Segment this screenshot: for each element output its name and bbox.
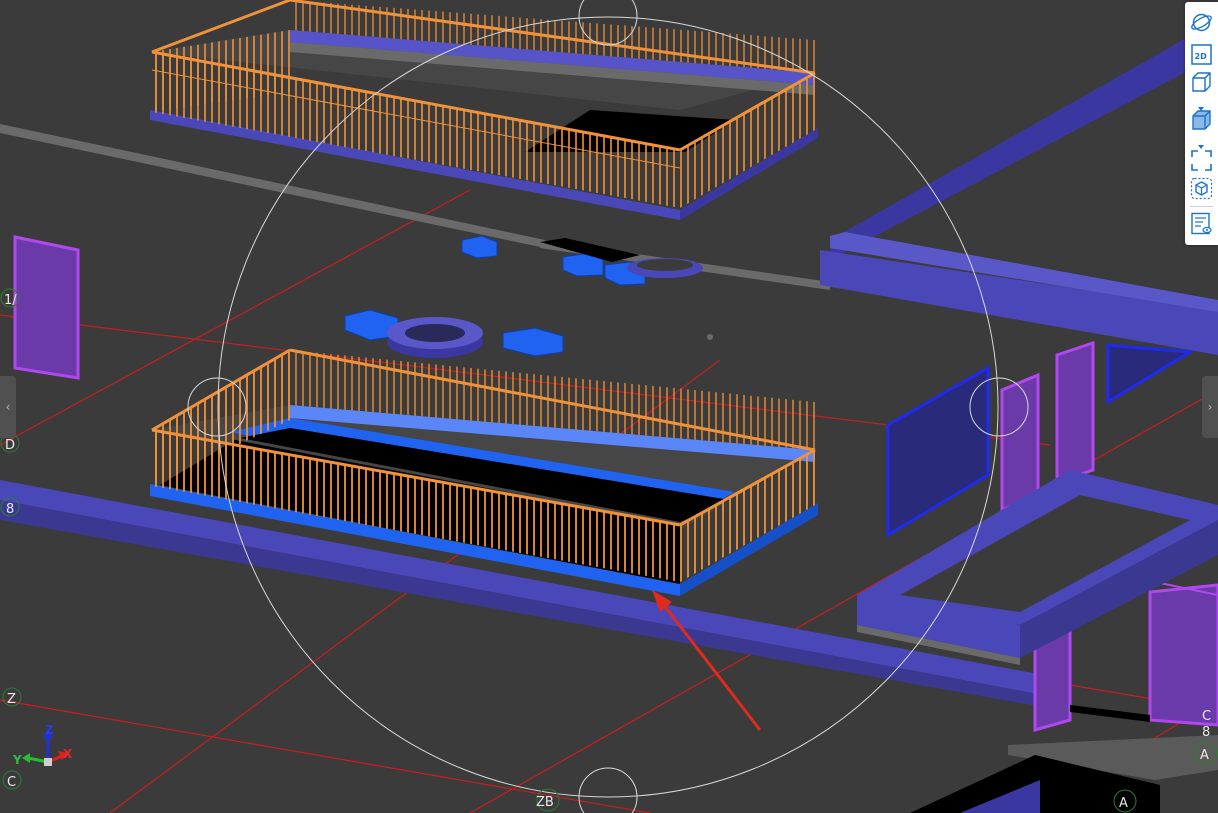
section-box-icon	[1190, 177, 1213, 200]
x-axis-label: X	[63, 747, 73, 761]
orbit-button[interactable]	[1189, 10, 1214, 35]
wireframe-cube-icon	[1192, 72, 1211, 92]
shaded-cube-icon	[1192, 110, 1211, 130]
toolbar-divider	[1190, 206, 1213, 207]
grid-label: D	[5, 438, 15, 453]
grid-label: A	[1200, 748, 1209, 763]
view-2d-icon: 2D	[1191, 44, 1212, 65]
fit-view-button[interactable]	[1189, 148, 1214, 173]
z-axis-label: Z	[45, 723, 54, 737]
section-box-button[interactable]	[1189, 176, 1214, 201]
floor-point	[707, 334, 713, 340]
wireframe-view-button[interactable]	[1189, 70, 1214, 95]
view-toolbar: 2D	[1185, 2, 1218, 245]
properties-panel-button[interactable]	[1189, 211, 1214, 236]
grid-label: 8	[1202, 725, 1210, 740]
grid-label: 1/	[4, 293, 17, 308]
shaded-options-caret[interactable]	[1196, 136, 1206, 149]
grid-label: 8	[6, 502, 14, 517]
ring-fixture-back	[627, 258, 703, 278]
3d-model-viewport[interactable]: 1/ D 8 Z C ZB A A C 8 Z Y X	[0, 0, 1218, 813]
left-panel-toggle[interactable]: ‹	[0, 376, 16, 438]
fit-view-icon	[1191, 150, 1212, 171]
grid-label: Z	[7, 692, 16, 707]
grid-label: C	[7, 775, 16, 790]
y-axis-label: Y	[12, 753, 22, 767]
grid-label: C	[1202, 709, 1211, 724]
properties-panel-icon	[1191, 212, 1212, 235]
orbit-icon	[1191, 13, 1212, 32]
grid-label: ZB	[536, 795, 554, 810]
wireframe-options-caret[interactable]	[1196, 98, 1206, 111]
left-window-panel[interactable]	[13, 235, 80, 380]
ring-fixture[interactable]	[387, 317, 483, 358]
view-2d-button[interactable]: 2D	[1189, 42, 1214, 67]
grid-label: A	[1119, 796, 1128, 811]
shaded-view-button[interactable]	[1189, 108, 1214, 133]
view-2d-label: 2D	[1195, 52, 1208, 61]
right-panel-toggle[interactable]: ›	[1202, 376, 1218, 438]
